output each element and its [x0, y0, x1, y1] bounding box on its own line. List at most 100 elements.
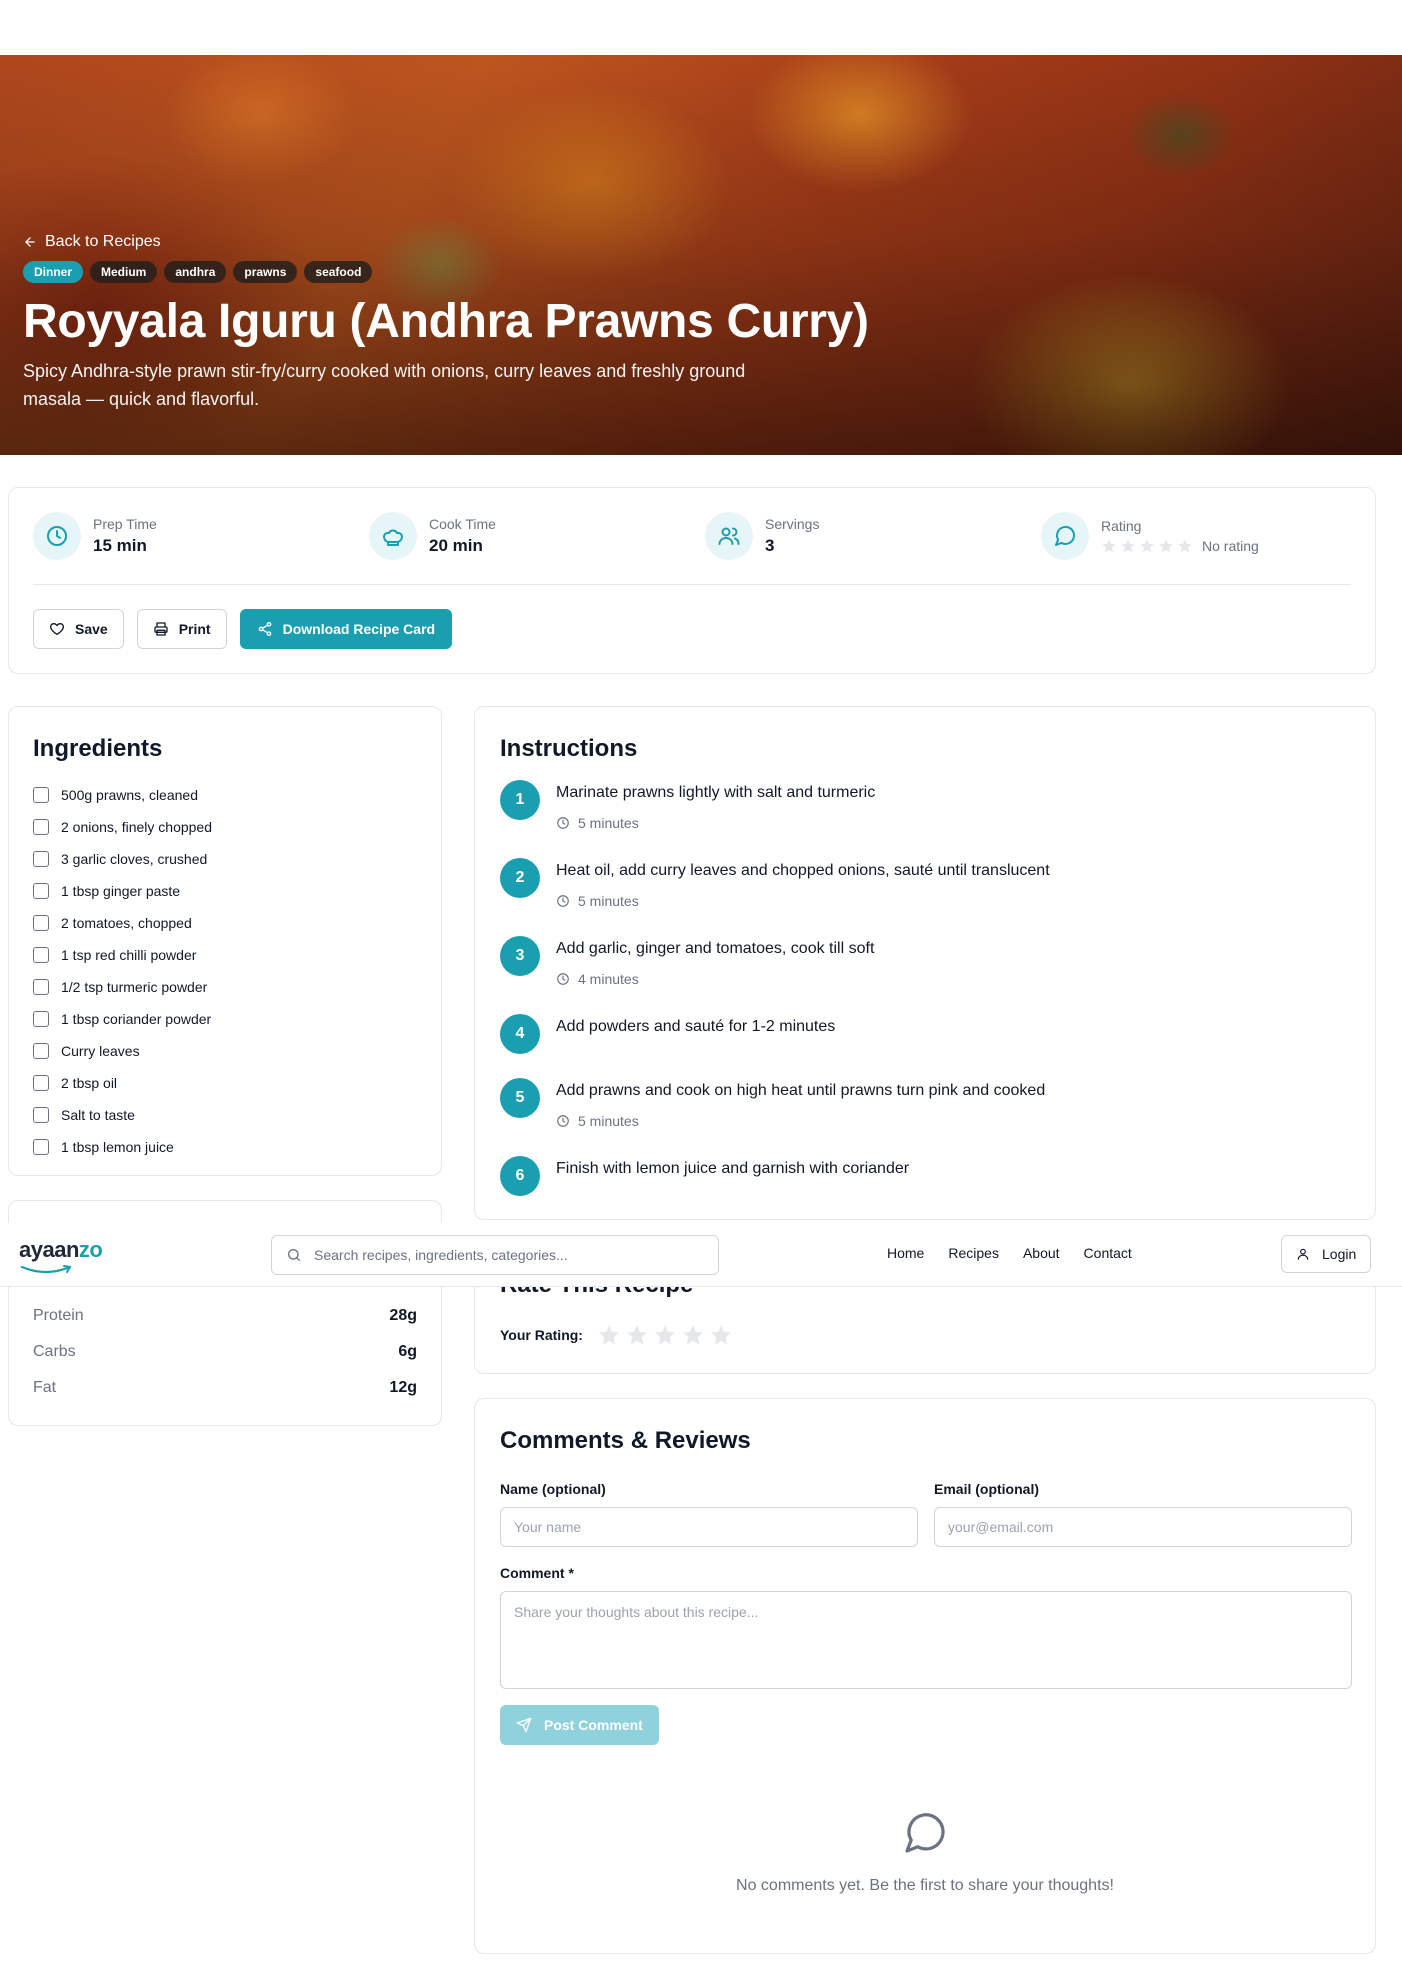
nav-about[interactable]: About — [1023, 1245, 1060, 1261]
heart-icon — [49, 623, 65, 635]
ingredient-checkbox[interactable] — [33, 1011, 49, 1027]
ingredient-checkbox[interactable] — [33, 979, 49, 995]
step-number: 5 — [500, 1078, 540, 1118]
ingredient-checkbox[interactable] — [33, 851, 49, 867]
star-icon[interactable] — [597, 1323, 621, 1347]
step-number: 4 — [500, 1014, 540, 1054]
star-icon[interactable] — [653, 1323, 677, 1347]
search-placeholder: Search recipes, ingredients, categories.… — [314, 1247, 568, 1263]
nutrition-value: 6g — [398, 1343, 417, 1360]
site-logo[interactable]: ayaanzo — [19, 1237, 103, 1263]
ingredient-text: 1 tsp red chilli powder — [61, 947, 197, 963]
step-time-label: 5 minutes — [578, 815, 639, 831]
nav-contact[interactable]: Contact — [1084, 1245, 1132, 1261]
nutrition-row: Carbs 6g — [33, 1343, 417, 1361]
download-recipe-card-button[interactable]: Download Recipe Card — [239, 609, 453, 649]
nav-home[interactable]: Home — [887, 1245, 924, 1261]
logo-text-accent: zo — [78, 1237, 103, 1262]
ingredient-checkbox[interactable] — [33, 883, 49, 899]
ingredients-card: Ingredients 500g prawns, cleaned 2 onion… — [8, 706, 442, 1176]
comment-textarea[interactable]: Share your thoughts about this recipe... — [500, 1591, 1352, 1689]
step-time: 5 minutes — [556, 815, 639, 831]
nav-recipes[interactable]: Recipes — [948, 1245, 999, 1261]
ingredient-item[interactable]: Curry leaves — [33, 1035, 212, 1067]
back-label: Back to Recipes — [45, 233, 161, 250]
search-input[interactable]: Search recipes, ingredients, categories.… — [271, 1235, 719, 1275]
ingredient-checkbox[interactable] — [33, 1043, 49, 1059]
login-button[interactable]: Login — [1281, 1235, 1372, 1273]
users-icon — [705, 512, 753, 560]
ingredient-item[interactable]: 1 tsp red chilli powder — [33, 939, 212, 971]
divider — [33, 584, 1351, 585]
ingredient-text: 2 tbsp oil — [61, 1075, 118, 1091]
step-number: 6 — [500, 1156, 540, 1196]
step-number: 3 — [500, 936, 540, 976]
ingredient-item[interactable]: 1 tbsp ginger paste — [33, 875, 212, 907]
ingredient-checkbox[interactable] — [33, 1139, 49, 1155]
nutrition-value: 28g — [389, 1307, 417, 1324]
tag-prawns: prawns — [233, 261, 298, 283]
meta-row: Prep Time 15 min Cook Time 20 min Servin… — [33, 512, 1353, 562]
ingredient-item[interactable]: 3 garlic cloves, crushed — [33, 843, 212, 875]
nutrition-value: 12g — [389, 1379, 417, 1396]
nutrition-label: Fat — [33, 1379, 57, 1396]
instructions-title: Instructions — [500, 735, 638, 762]
step-time: 5 minutes — [556, 1113, 639, 1129]
nutrition-row: Fat 12g — [33, 1379, 417, 1397]
comments-card: Comments & Reviews Name (optional) Your … — [474, 1398, 1376, 1954]
ingredient-checkbox[interactable] — [33, 787, 49, 803]
step-time: 5 minutes — [556, 893, 639, 909]
back-to-recipes-link[interactable]: Back to Recipes — [23, 231, 1323, 253]
site-header: ayaanzo Search recipes, ingredients, cat… — [0, 1223, 1402, 1287]
step-text: Heat oil, add curry leaves and chopped o… — [556, 862, 1050, 879]
star-icon[interactable] — [625, 1323, 649, 1347]
email-field[interactable]: your@email.com — [934, 1507, 1352, 1547]
email-placeholder: your@email.com — [948, 1519, 1054, 1535]
rating-value: No rating — [1202, 538, 1259, 554]
prep-time-label: Prep Time — [93, 516, 157, 532]
ingredient-item[interactable]: Salt to taste — [33, 1099, 212, 1131]
download-label: Download Recipe Card — [282, 621, 436, 637]
star-icon[interactable] — [709, 1323, 733, 1347]
ingredient-text: 2 tomatoes, chopped — [61, 915, 192, 931]
cook-time-value: 20 min — [429, 536, 483, 555]
ingredient-item[interactable]: 2 tbsp oil — [33, 1067, 212, 1099]
save-label: Save — [75, 621, 108, 637]
main-nav: Home Recipes About Contact — [887, 1245, 1132, 1261]
star-icon[interactable] — [681, 1323, 705, 1347]
logo-smile-icon — [20, 1265, 72, 1274]
ingredient-item[interactable]: 2 onions, finely chopped — [33, 811, 212, 843]
name-field[interactable]: Your name — [500, 1507, 918, 1547]
save-button[interactable]: Save — [33, 609, 124, 649]
ingredient-text: Salt to taste — [61, 1107, 135, 1123]
rating-stars: No rating — [1101, 538, 1259, 554]
tag-list: Dinner Medium andhra prawns seafood — [23, 261, 1323, 283]
ingredient-checkbox[interactable] — [33, 819, 49, 835]
step-time-label: 4 minutes — [578, 971, 639, 987]
ingredient-checkbox[interactable] — [33, 1107, 49, 1123]
ingredient-text: 2 onions, finely chopped — [61, 819, 212, 835]
ingredients-list: 500g prawns, cleaned 2 onions, finely ch… — [33, 779, 212, 1163]
print-button[interactable]: Print — [136, 609, 227, 649]
step-time-label: 5 minutes — [578, 1113, 639, 1129]
tag-seafood: seafood — [304, 261, 373, 283]
ingredient-checkbox[interactable] — [33, 1075, 49, 1091]
ingredient-item[interactable]: 1/2 tsp turmeric powder — [33, 971, 212, 1003]
tag-category: Dinner — [23, 261, 84, 283]
ingredient-item[interactable]: 1 tbsp coriander powder — [33, 1003, 212, 1035]
ingredient-text: 1/2 tsp turmeric powder — [61, 979, 208, 995]
send-icon — [516, 1717, 532, 1733]
step-text: Add powders and sauté for 1-2 minutes — [556, 1018, 836, 1035]
email-label: Email (optional) — [934, 1481, 1039, 1497]
post-comment-button[interactable]: Post Comment — [500, 1705, 659, 1745]
servings: Servings 3 — [705, 512, 819, 560]
nutrition-label: Carbs — [33, 1343, 76, 1360]
ingredient-item[interactable]: 1 tbsp lemon juice — [33, 1131, 212, 1163]
ingredient-item[interactable]: 2 tomatoes, chopped — [33, 907, 212, 939]
ingredient-item[interactable]: 500g prawns, cleaned — [33, 779, 212, 811]
ingredient-checkbox[interactable] — [33, 947, 49, 963]
ingredient-checkbox[interactable] — [33, 915, 49, 931]
servings-value: 3 — [765, 536, 775, 555]
servings-label: Servings — [765, 516, 820, 532]
prep-time: Prep Time 15 min — [33, 512, 157, 560]
